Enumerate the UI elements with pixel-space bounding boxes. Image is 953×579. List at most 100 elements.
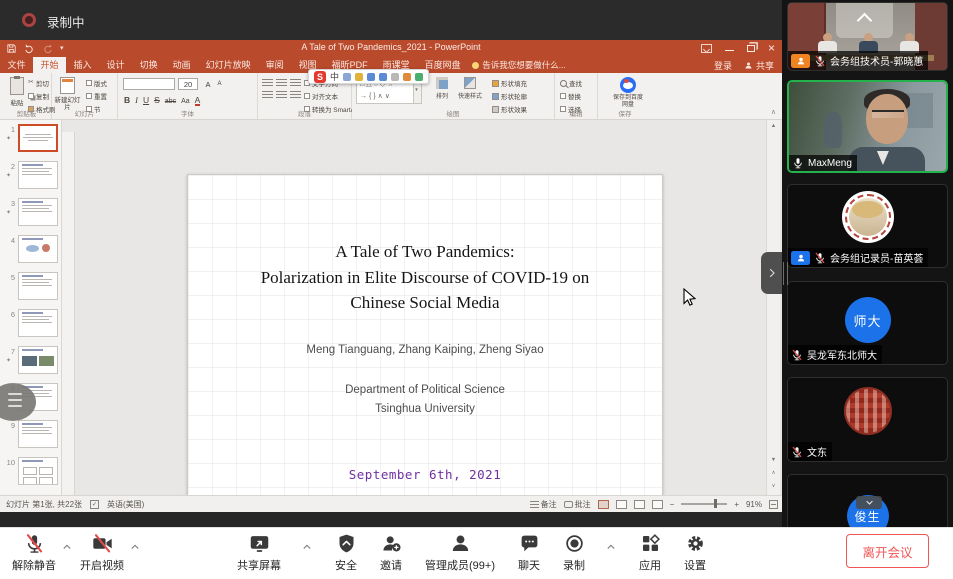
ribbon-display-options-icon[interactable] <box>701 44 712 53</box>
chevron-up-icon[interactable] <box>62 542 72 552</box>
notes-button[interactable]: 备注 <box>530 499 557 510</box>
participant-tile[interactable]: 会务组记录员-苗英荟 <box>787 184 948 268</box>
collapse-ribbon-icon[interactable]: ∧ <box>771 108 776 116</box>
close-icon[interactable]: × <box>768 43 775 54</box>
normal-view-icon[interactable] <box>598 500 609 509</box>
ppt-tab-4[interactable]: 切换 <box>132 57 165 73</box>
shrink-font-icon[interactable]: A <box>214 78 225 90</box>
emoji-icon[interactable] <box>355 73 363 81</box>
comments-button[interactable]: 批注 <box>564 499 591 510</box>
slide-thumbnail-7[interactable] <box>18 346 58 374</box>
toolbox-icon[interactable] <box>403 73 411 81</box>
tell-me-box[interactable]: 告诉我您想要做什么... <box>472 57 566 73</box>
handwriting-icon[interactable] <box>391 73 399 81</box>
leave-meeting-button[interactable]: 离开会议 <box>846 534 929 568</box>
change-case-icon[interactable]: Aa <box>181 98 190 105</box>
strikethrough-icon[interactable]: abc <box>165 98 176 105</box>
previous-slide-icon[interactable]: ∧ <box>767 470 780 476</box>
align-left-icon[interactable] <box>262 91 273 100</box>
ppt-tab-3[interactable]: 设计 <box>99 57 132 73</box>
skin-icon[interactable] <box>415 73 423 81</box>
underline-icon[interactable]: U <box>143 95 149 105</box>
reset-button[interactable]: 重置 <box>86 91 107 101</box>
zoom-out-icon[interactable]: − <box>670 500 675 509</box>
align-text-button[interactable]: 对齐文本 <box>304 91 352 101</box>
font-color-icon[interactable]: A <box>195 96 201 106</box>
align-center-icon[interactable] <box>276 91 287 100</box>
slide-thumbnail-9[interactable] <box>18 420 58 448</box>
arrange-button[interactable]: 排列 <box>428 77 456 100</box>
font-size-box[interactable]: 20 <box>178 78 198 90</box>
zoom-in-icon[interactable]: + <box>734 500 739 509</box>
signin-link[interactable]: 登录 <box>714 59 732 72</box>
start-video-button[interactable]: 开启视频 <box>80 533 124 573</box>
vertical-scrollbar[interactable]: ▲ ▼ ∧ ∨ <box>766 120 780 495</box>
slide-thumbnail-5[interactable] <box>18 272 58 300</box>
zoom-percent[interactable]: 91% <box>746 500 762 509</box>
share-screen-button[interactable]: 共享屏幕 <box>237 533 281 573</box>
scroll-up-icon[interactable]: ▲ <box>767 123 780 129</box>
slide-canvas[interactable]: A Tale of Two Pandemics: Polarization in… <box>187 174 663 530</box>
chat-button[interactable]: 聊天 <box>518 533 540 573</box>
slideshow-view-icon[interactable] <box>652 500 663 509</box>
shape-fill-button[interactable]: 形状填充 <box>492 78 527 88</box>
slide-thumbnail-3[interactable] <box>18 198 58 226</box>
indent-icon[interactable] <box>290 79 301 88</box>
grow-font-icon[interactable]: A <box>202 78 214 90</box>
chevron-up-icon[interactable] <box>606 542 616 552</box>
chevron-up-icon[interactable] <box>130 542 140 552</box>
slide-thumbnail-2[interactable] <box>18 161 58 189</box>
slide-thumbnail-4[interactable] <box>18 235 58 263</box>
unmute-button[interactable]: 解除静音 <box>12 533 56 573</box>
record-button[interactable]: 录制 <box>563 533 585 573</box>
undo-icon[interactable] <box>24 43 35 54</box>
slide-thumbnail-6[interactable] <box>18 309 58 337</box>
ppt-tab-1[interactable]: 开始 <box>33 57 66 73</box>
ppt-tab-5[interactable]: 动画 <box>165 57 198 73</box>
shadow-icon[interactable]: S <box>154 95 160 105</box>
manage-members-button[interactable]: 管理成员(99+) <box>425 533 495 573</box>
ppt-tab-6[interactable]: 幻灯片放映 <box>198 57 258 73</box>
qat-dropdown-icon[interactable]: ▾ <box>60 42 64 55</box>
keyboard-icon[interactable] <box>379 73 387 81</box>
font-name-box[interactable] <box>123 78 175 90</box>
ppt-tab-2[interactable]: 插入 <box>66 57 99 73</box>
save-icon[interactable] <box>6 43 17 54</box>
new-slide-icon[interactable] <box>60 77 75 94</box>
zoom-slider[interactable] <box>681 503 727 505</box>
apps-button[interactable]: 应用 <box>639 533 661 573</box>
reading-view-icon[interactable] <box>634 500 645 509</box>
shape-outline-button[interactable]: 形状轮廓 <box>492 91 527 101</box>
ppt-tab-7[interactable]: 审阅 <box>258 57 291 73</box>
invite-button[interactable]: 邀请 <box>380 533 402 573</box>
bullets-icon[interactable] <box>262 79 273 88</box>
ppt-tab-file[interactable]: 文件 <box>0 57 33 73</box>
sidebar-collapse-handle[interactable] <box>761 252 782 294</box>
minimize-icon[interactable] <box>725 50 734 51</box>
punctuation-icon[interactable] <box>343 73 351 81</box>
language-status[interactable]: 英语(美国) <box>107 499 144 510</box>
zoom-slider-thumb[interactable] <box>714 499 717 508</box>
redo-icon[interactable] <box>42 43 53 54</box>
sidebar-collapse-pill[interactable] <box>856 496 882 509</box>
chevron-up-icon[interactable] <box>302 542 312 552</box>
participant-tile[interactable]: 会务组技术员-郭晓蕙 <box>787 2 948 71</box>
bold-icon[interactable]: B <box>124 95 130 105</box>
quick-styles-button[interactable]: 快速样式 <box>456 77 484 100</box>
participant-tile[interactable]: MaxMeng <box>787 80 948 173</box>
layout-button[interactable]: 版式 <box>86 78 107 88</box>
security-button[interactable]: 安全 <box>335 533 357 573</box>
numbering-icon[interactable] <box>276 79 287 88</box>
participant-tile[interactable]: 文东 <box>787 377 948 462</box>
italic-icon[interactable]: I <box>135 95 138 105</box>
slide-sorter-view-icon[interactable] <box>616 500 627 509</box>
sogou-logo-icon[interactable]: S <box>314 71 326 83</box>
share-button[interactable]: 共享 <box>744 59 774 72</box>
chinese-mode-icon[interactable]: 中 <box>330 70 339 83</box>
save-to-baidu-button[interactable]: 保存到百度网盘 <box>611 77 645 109</box>
settings-button[interactable]: 设置 <box>684 533 706 573</box>
align-right-icon[interactable] <box>290 91 301 100</box>
paste-icon[interactable] <box>10 77 24 95</box>
replace-button[interactable]: 替换 <box>560 91 582 101</box>
restore-icon[interactable] <box>747 45 755 52</box>
